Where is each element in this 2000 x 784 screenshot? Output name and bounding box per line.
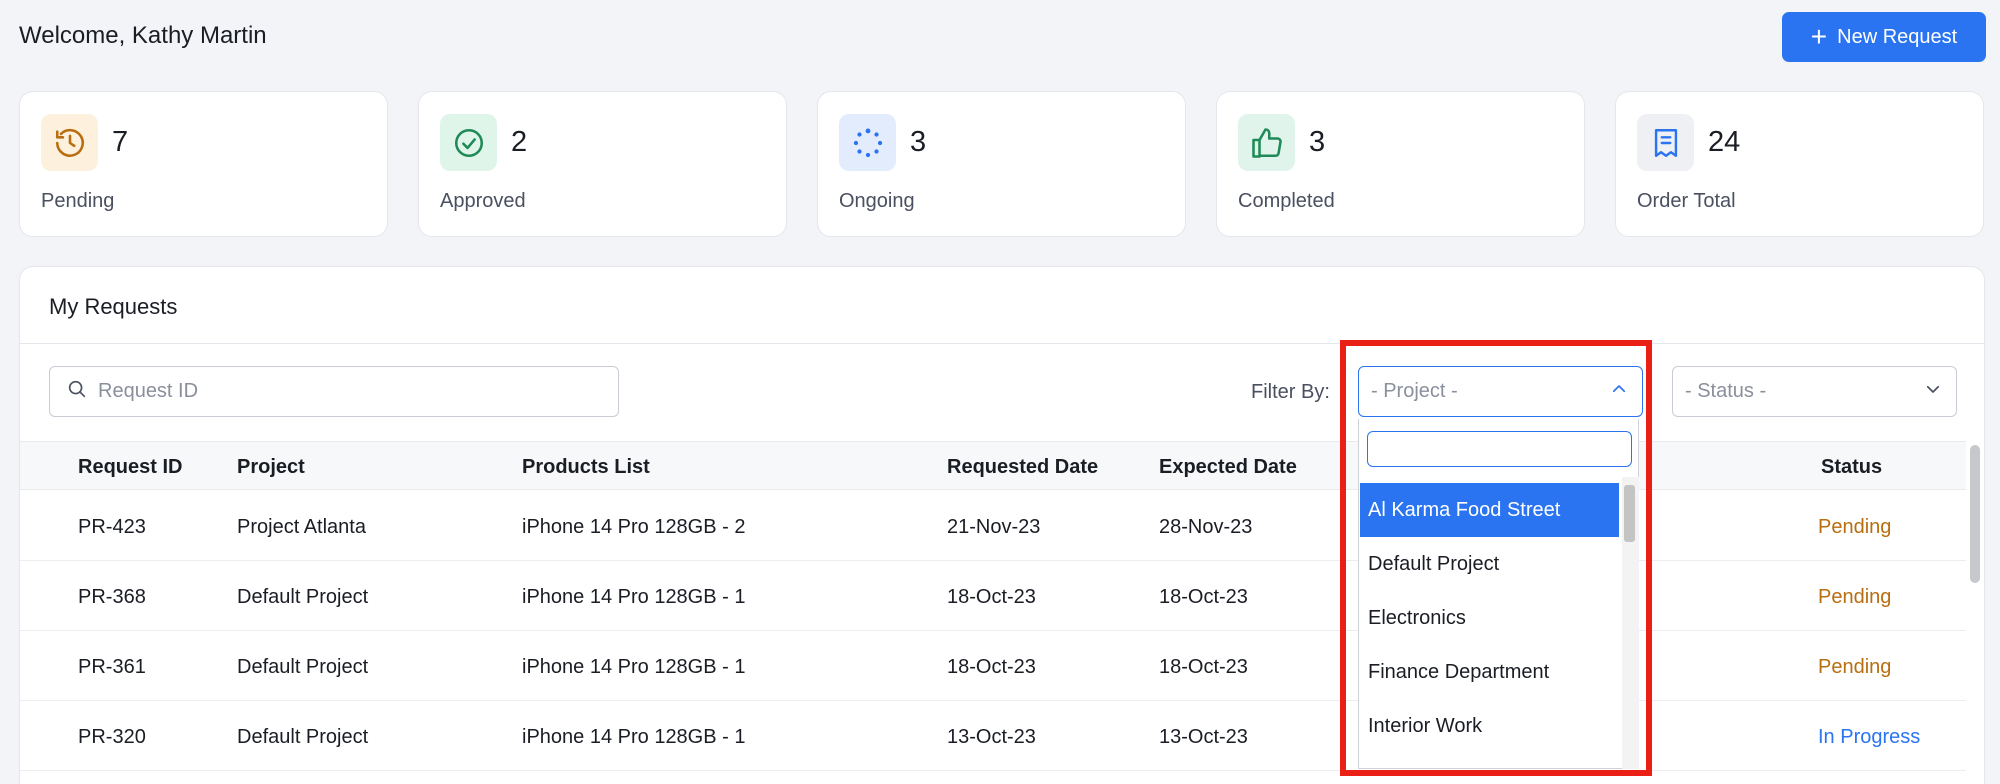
col-request-id[interactable]: Request ID [78, 456, 182, 479]
stat-value: 7 [112, 126, 129, 158]
cell-id: PR-361 [78, 656, 146, 678]
table-row[interactable]: PR-361 Default Project iPhone 14 Pro 128… [20, 631, 1984, 701]
stat-label: Pending [41, 190, 115, 212]
thumbs-up-icon [1238, 114, 1295, 171]
cell-expected: 13-Oct-23 [1159, 726, 1248, 748]
col-products[interactable]: Products List [522, 456, 650, 479]
cell-id: PR-423 [78, 516, 146, 538]
status-badge: In Progress [1818, 726, 1921, 748]
loading-dots-icon [839, 114, 896, 171]
cell-products: iPhone 14 Pro 128GB - 1 [522, 726, 746, 748]
highlight-box [1340, 340, 1652, 776]
welcome-heading: Welcome, Kathy Martin [19, 22, 267, 49]
stat-card-approved[interactable]: 2 Approved [418, 91, 787, 237]
cell-expected: 18-Oct-23 [1159, 656, 1248, 678]
status-badge: Pending [1818, 516, 1892, 538]
stat-label: Completed [1238, 190, 1335, 212]
cell-id: PR-368 [78, 586, 146, 608]
table-header: Request ID Project Products List Request… [20, 441, 1984, 490]
cell-products: iPhone 14 Pro 128GB - 1 [522, 656, 746, 678]
stat-value: 24 [1708, 126, 1741, 158]
check-circle-icon [440, 114, 497, 171]
plus-icon: + [1810, 21, 1828, 52]
chevron-down-icon [1924, 380, 1942, 404]
status-select-value: - Status - [1685, 380, 1767, 402]
status-badge: Pending [1818, 586, 1892, 608]
stat-label: Ongoing [839, 190, 915, 212]
cell-products: iPhone 14 Pro 128GB - 1 [522, 586, 746, 608]
table-row[interactable]: PR-320 Default Project iPhone 14 Pro 128… [20, 701, 1984, 771]
status-badge: Pending [1818, 656, 1892, 678]
panel-title: My Requests [49, 294, 178, 319]
table-scrollbar-thumb[interactable] [1970, 445, 1980, 583]
history-icon [41, 114, 98, 171]
col-requested-date[interactable]: Requested Date [947, 456, 1098, 479]
search-icon [66, 378, 88, 406]
cell-products: iPhone 14 Pro 128GB - 2 [522, 516, 746, 538]
receipt-icon [1637, 114, 1694, 171]
stat-value: 3 [1309, 126, 1326, 158]
status-select[interactable]: - Status - [1672, 366, 1957, 417]
cell-project: Project Atlanta [237, 516, 366, 538]
cell-id: PR-320 [78, 726, 146, 748]
col-status[interactable]: Status [1821, 456, 1882, 479]
table-row[interactable]: PR-423 Project Atlanta iPhone 14 Pro 128… [20, 491, 1984, 561]
table-row[interactable]: PR-368 Default Project iPhone 14 Pro 128… [20, 561, 1984, 631]
stat-card-pending[interactable]: 7 Pending [19, 91, 388, 237]
divider [20, 343, 1984, 344]
col-project[interactable]: Project [237, 456, 305, 479]
stat-value: 3 [910, 126, 927, 158]
filter-label: Filter By: [1251, 381, 1330, 403]
request-id-search[interactable]: Request ID [49, 366, 619, 417]
cell-requested: 18-Oct-23 [947, 586, 1036, 608]
cell-requested: 13-Oct-23 [947, 726, 1036, 748]
stat-card-completed[interactable]: 3 Completed [1216, 91, 1585, 237]
stat-label: Approved [440, 190, 526, 212]
stat-card-ongoing[interactable]: 3 Ongoing [817, 91, 1186, 237]
new-request-button[interactable]: + New Request [1782, 12, 1986, 62]
new-request-label: New Request [1837, 25, 1958, 48]
stat-label: Order Total [1637, 190, 1736, 212]
cell-expected: 28-Nov-23 [1159, 516, 1253, 538]
stat-card-order-total[interactable]: 24 Order Total [1615, 91, 1984, 237]
cell-project: Default Project [237, 726, 369, 748]
my-requests-panel: My Requests Request ID Filter By: - Proj… [19, 266, 1985, 784]
cell-requested: 18-Oct-23 [947, 656, 1036, 678]
stat-value: 2 [511, 126, 528, 158]
cell-expected: 18-Oct-23 [1159, 586, 1248, 608]
cell-project: Default Project [237, 586, 369, 608]
col-expected-date[interactable]: Expected Date [1159, 456, 1297, 479]
cell-requested: 21-Nov-23 [947, 516, 1041, 538]
search-input[interactable]: Request ID [98, 380, 198, 403]
cell-project: Default Project [237, 656, 369, 678]
